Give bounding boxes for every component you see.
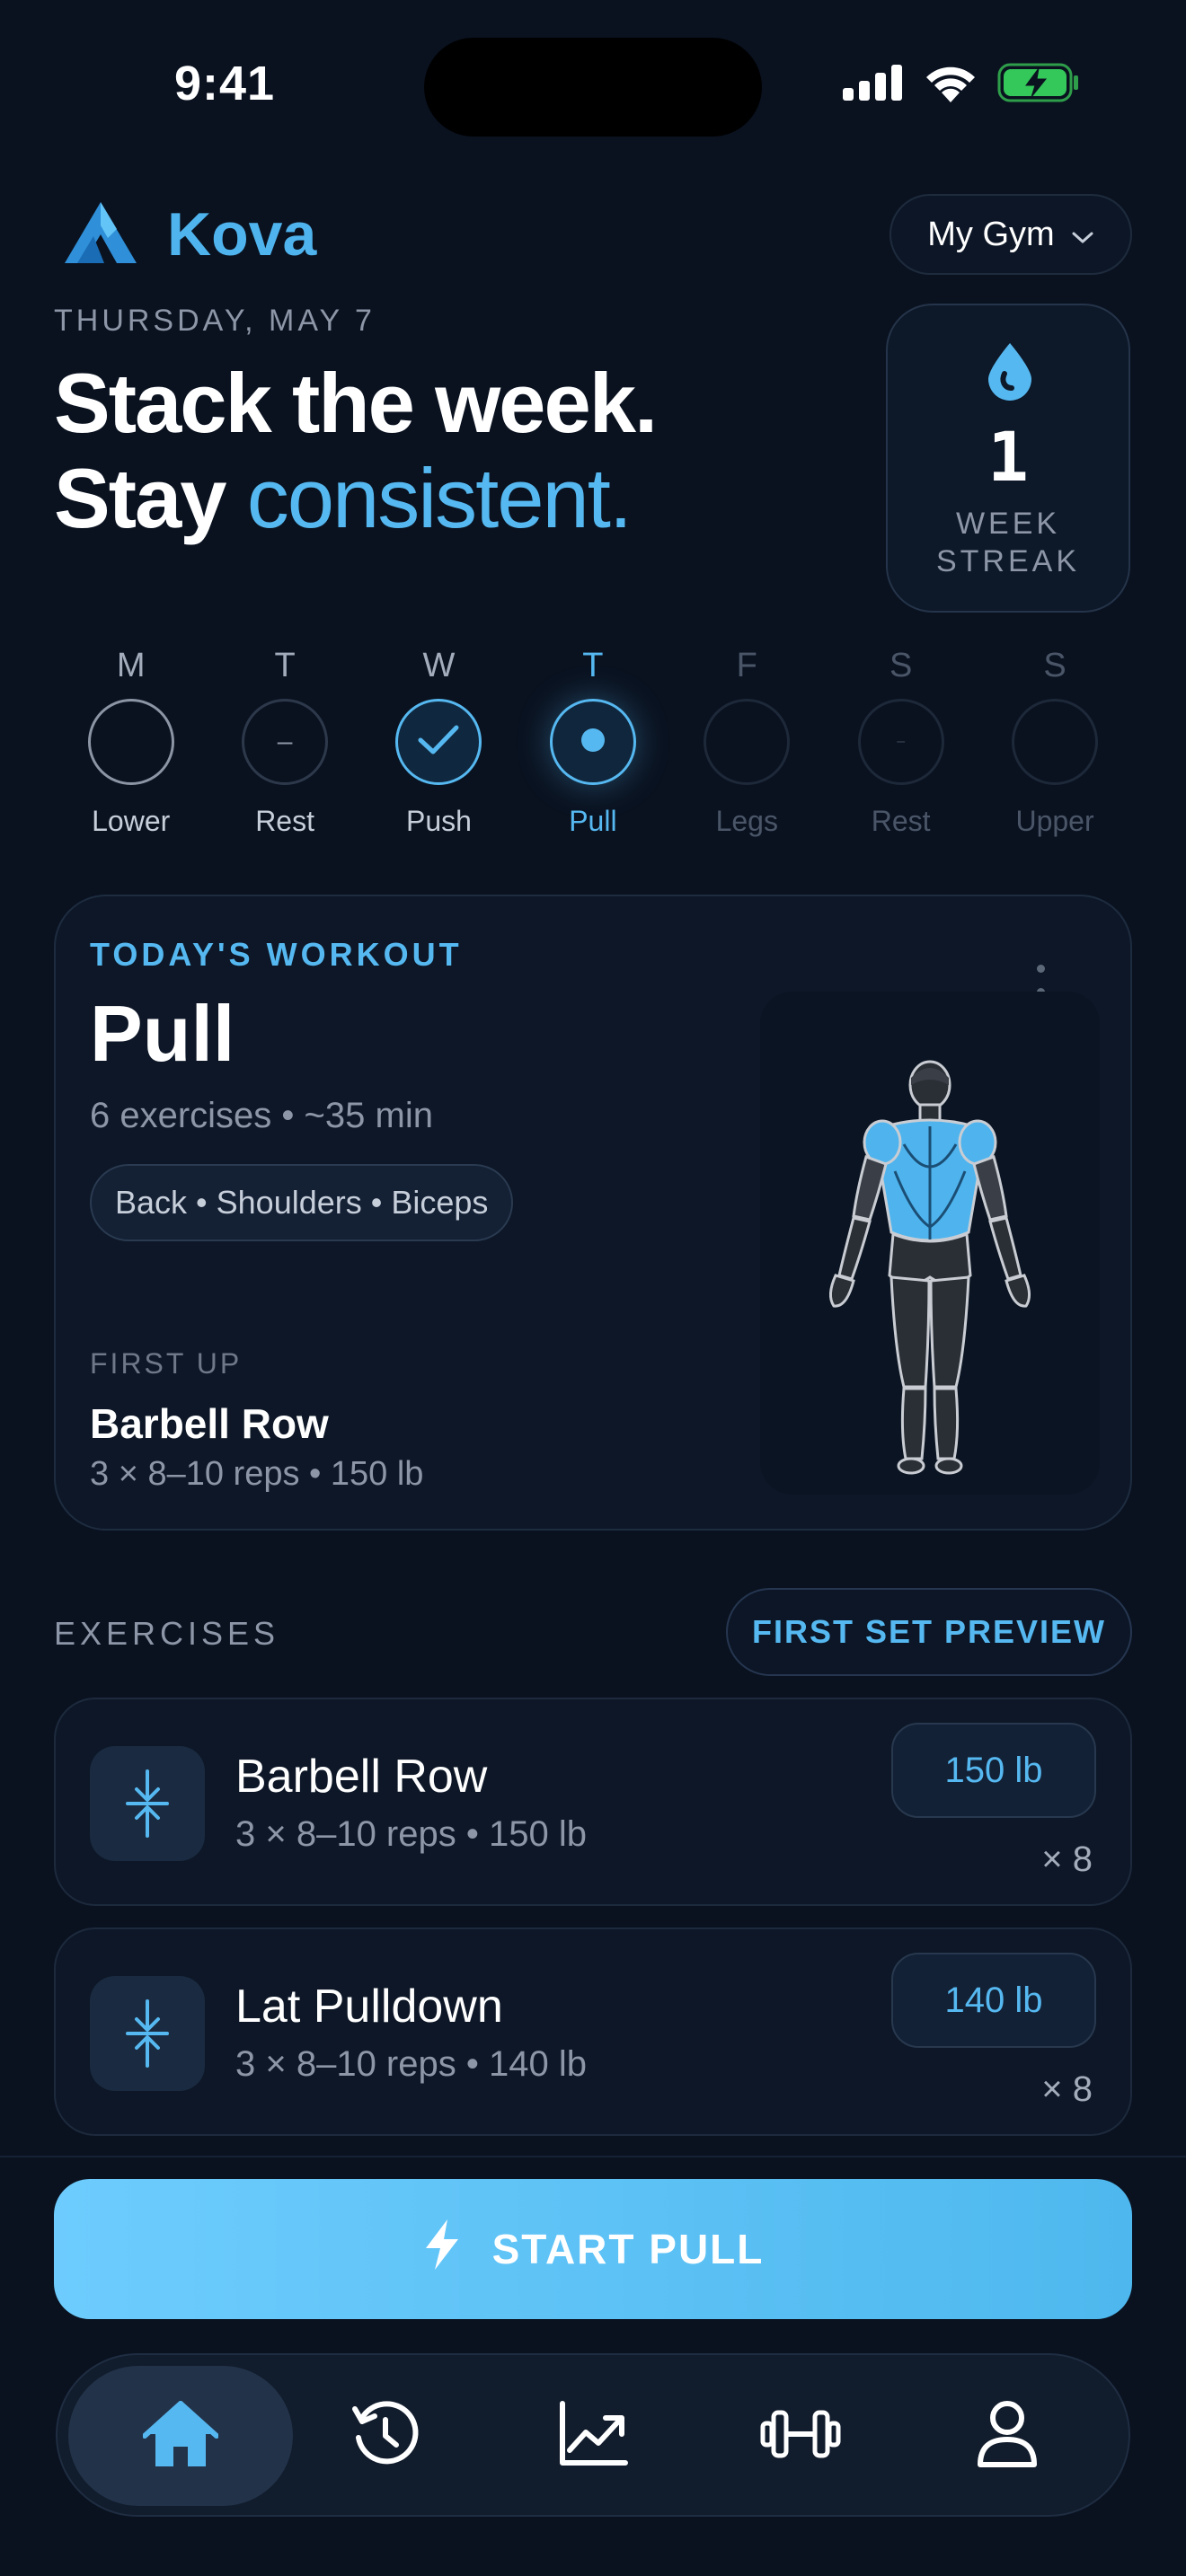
day-letter: M — [116, 647, 146, 684]
history-icon — [350, 2398, 421, 2475]
day-monday[interactable]: M Lower — [54, 647, 208, 838]
lightning-icon — [422, 2218, 462, 2281]
streak-label-line-2: STREAK — [935, 544, 1081, 578]
status-time: 9:41 — [174, 57, 276, 110]
day-rest-circle: – — [242, 699, 329, 785]
exercise-name: Barbell Row — [235, 1751, 488, 1803]
exercise-meta: 3 × 8–10 reps • 140 lb — [235, 2044, 587, 2084]
day-saturday[interactable]: S – Rest — [824, 647, 978, 838]
card-kicker: TODAY'S WORKOUT — [90, 936, 463, 973]
compress-arrows-icon — [90, 1976, 205, 2091]
battery-charging-icon — [997, 63, 1080, 107]
kova-logo-icon — [65, 201, 137, 268]
reps-label: × 8 — [1041, 1839, 1093, 1879]
headline-line-2: Stay consistent. — [54, 451, 656, 546]
workout-title: Pull — [90, 989, 235, 1078]
tab-progress[interactable] — [481, 2366, 705, 2506]
exercise-name: Lat Pulldown — [235, 1981, 503, 2033]
today-dot-icon — [580, 728, 606, 757]
cellular-signal-icon — [843, 65, 904, 105]
streak-count: 1 — [987, 417, 1029, 497]
day-label: Push — [406, 805, 472, 837]
headline-line-1: Stack the week. — [54, 356, 658, 450]
start-workout-button[interactable]: START PULL — [54, 2179, 1132, 2319]
day-thursday-today[interactable]: T Pull — [516, 647, 669, 838]
day-label: Pull — [569, 805, 617, 837]
exercise-row[interactable]: Lat Pulldown 3 × 8–10 reps • 140 lb 140 … — [54, 1928, 1132, 2136]
tab-workouts[interactable] — [688, 2366, 913, 2506]
gym-selector[interactable]: My Gym — [890, 194, 1132, 275]
day-wednesday[interactable]: W Push — [362, 647, 516, 838]
compress-arrows-icon — [90, 1746, 205, 1861]
gym-selector-label: My Gym — [927, 215, 1055, 253]
brand: Kova — [65, 199, 316, 269]
tab-profile[interactable] — [895, 2366, 1120, 2506]
drop-icon — [985, 341, 1035, 405]
day-letter: F — [736, 647, 757, 684]
dynamic-island — [424, 38, 762, 137]
date-label: THURSDAY, MAY 7 — [54, 304, 376, 338]
reps-label: × 8 — [1041, 2069, 1093, 2109]
day-letter: S — [889, 647, 913, 684]
dumbbell-icon — [759, 2407, 842, 2466]
day-status-circle — [87, 699, 174, 785]
streak-label-line-1: WEEK — [955, 507, 1061, 541]
first-up-exercise: Barbell Row — [90, 1400, 329, 1447]
day-done-circle — [395, 699, 482, 785]
day-status-circle — [1012, 699, 1099, 785]
muscle-groups-chip: Back • Shoulders • Biceps — [90, 1164, 514, 1241]
first-set-preview-button[interactable]: FIRST SET PREVIEW — [726, 1588, 1132, 1676]
todays-workout-card[interactable]: TODAY'S WORKOUT Pull 6 exercises • ~35 m… — [54, 895, 1132, 1531]
day-letter: S — [1043, 647, 1067, 684]
muscle-body-figure-icon — [760, 1060, 1100, 1498]
day-letter: T — [582, 647, 604, 684]
day-sunday[interactable]: S Upper — [978, 647, 1131, 838]
day-status-circle — [704, 699, 791, 785]
headline-plain: Stay — [54, 451, 227, 545]
weight-pill[interactable]: 140 lb — [891, 1953, 1096, 2048]
exercise-meta: 3 × 8–10 reps • 150 lb — [235, 1814, 587, 1854]
first-up-label: FIRST UP — [90, 1347, 243, 1380]
start-button-label: START PULL — [491, 2226, 765, 2272]
day-label: Rest — [255, 805, 314, 837]
tab-home[interactable] — [68, 2366, 293, 2506]
first-up-meta: 3 × 8–10 reps • 150 lb — [90, 1455, 424, 1493]
week-strip: M Lower T – Rest W Push T Pull F Legs S … — [54, 647, 1132, 838]
progress-chart-icon — [557, 2400, 629, 2473]
headline: Stack the week. Stay consistent. — [54, 356, 658, 546]
headline-accent: consistent. — [246, 451, 633, 545]
day-friday[interactable]: F Legs — [670, 647, 824, 838]
exercise-row[interactable]: Barbell Row 3 × 8–10 reps • 150 lb 150 l… — [54, 1698, 1132, 1906]
muscle-map — [760, 992, 1100, 1495]
day-rest-circle: – — [857, 699, 944, 785]
profile-icon — [976, 2400, 1039, 2473]
checkmark-icon — [417, 724, 460, 761]
week-streak-card[interactable]: 1 WEEK STREAK — [886, 304, 1130, 613]
streak-label: WEEK STREAK — [888, 505, 1128, 580]
workout-meta: 6 exercises • ~35 min — [90, 1096, 433, 1135]
brand-name: Kova — [167, 200, 317, 269]
status-icons — [843, 63, 1080, 107]
day-letter: W — [422, 647, 456, 684]
app-screen: 9:41 Kova My Gym THURSDAY, MAY 7 Stack t… — [0, 0, 1186, 2576]
home-icon — [142, 2398, 219, 2475]
day-letter: T — [274, 647, 296, 684]
day-label: Upper — [1015, 805, 1094, 837]
tab-bar — [56, 2353, 1130, 2517]
day-label: Legs — [715, 805, 778, 837]
exercises-heading: EXERCISES — [54, 1615, 280, 1652]
day-label: Lower — [92, 805, 171, 837]
wifi-icon — [924, 63, 978, 107]
weight-pill[interactable]: 150 lb — [891, 1723, 1096, 1818]
day-tuesday[interactable]: T – Rest — [208, 647, 361, 838]
tab-history[interactable] — [273, 2366, 498, 2506]
chevron-down-icon — [1071, 216, 1094, 254]
day-label: Rest — [871, 805, 931, 837]
day-today-circle — [549, 699, 636, 785]
